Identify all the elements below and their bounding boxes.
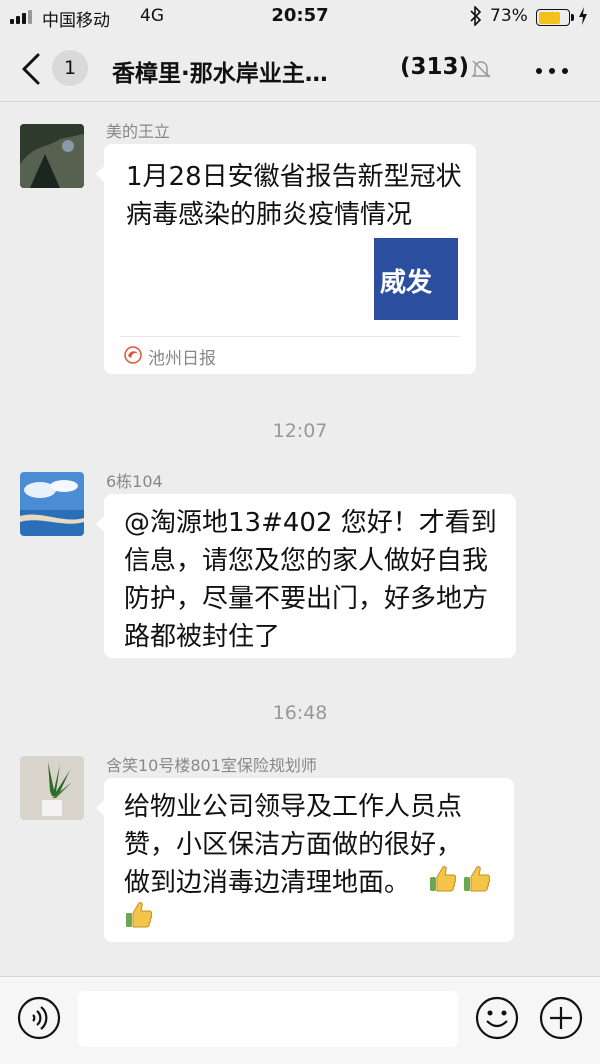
article-source: 池州日报 [148, 349, 216, 369]
avatar[interactable] [20, 124, 84, 188]
battery-icon [536, 9, 570, 26]
article-thumbnail: 威发 [374, 238, 458, 320]
charging-icon [578, 6, 588, 30]
avatar-photo [20, 472, 84, 536]
thumbs-up-icon [464, 866, 491, 892]
bluetooth-icon [470, 5, 482, 30]
unread-count-badge[interactable]: 1 [52, 50, 88, 86]
chat-header: 1 香樟里·那水岸业主… (313) [0, 36, 600, 102]
voice-input-button[interactable] [16, 995, 62, 1041]
avatar-photo [20, 124, 84, 188]
mute-bell-icon [471, 60, 491, 78]
card-divider [120, 336, 460, 337]
message-input[interactable] [78, 991, 458, 1047]
avatar[interactable] [20, 472, 84, 536]
input-bar [0, 976, 600, 1064]
sender-name: 美的王立 [106, 122, 171, 141]
member-count: (313) [400, 54, 470, 80]
status-bar: 中国移动 4G 20:57 73% [0, 0, 600, 36]
chat-title: 香樟里·那水岸业主… [112, 61, 328, 87]
chevron-left-icon [22, 53, 40, 85]
sender-name: 6栋104 [106, 472, 163, 491]
back-button[interactable] [20, 52, 50, 86]
battery-tip [571, 14, 574, 21]
article-title: 1月28日安徽省报告新型冠状病毒感染的肺炎疫情情况 [126, 162, 462, 230]
emoji-button[interactable] [474, 995, 520, 1041]
thumbs-up-icon [126, 902, 153, 928]
thumbnail-text: 威发 [380, 268, 433, 298]
avatar-photo [20, 756, 84, 820]
source-logo-icon [124, 346, 142, 364]
timestamp: 12:07 [272, 420, 328, 442]
avatar[interactable] [20, 756, 84, 820]
message-text: @淘源地13#402 您好！才看到信息，请您及您的家人做好自我防护，尽量不要出门… [124, 508, 497, 652]
add-attachment-button[interactable] [538, 995, 584, 1041]
thumbs-up-icon [430, 866, 457, 892]
timestamp: 16:48 [272, 702, 328, 724]
more-options-button[interactable] [536, 68, 568, 76]
sender-name: 含笑10号楼801室保险规划师 [106, 756, 317, 775]
battery-percent: 73% [490, 6, 528, 26]
